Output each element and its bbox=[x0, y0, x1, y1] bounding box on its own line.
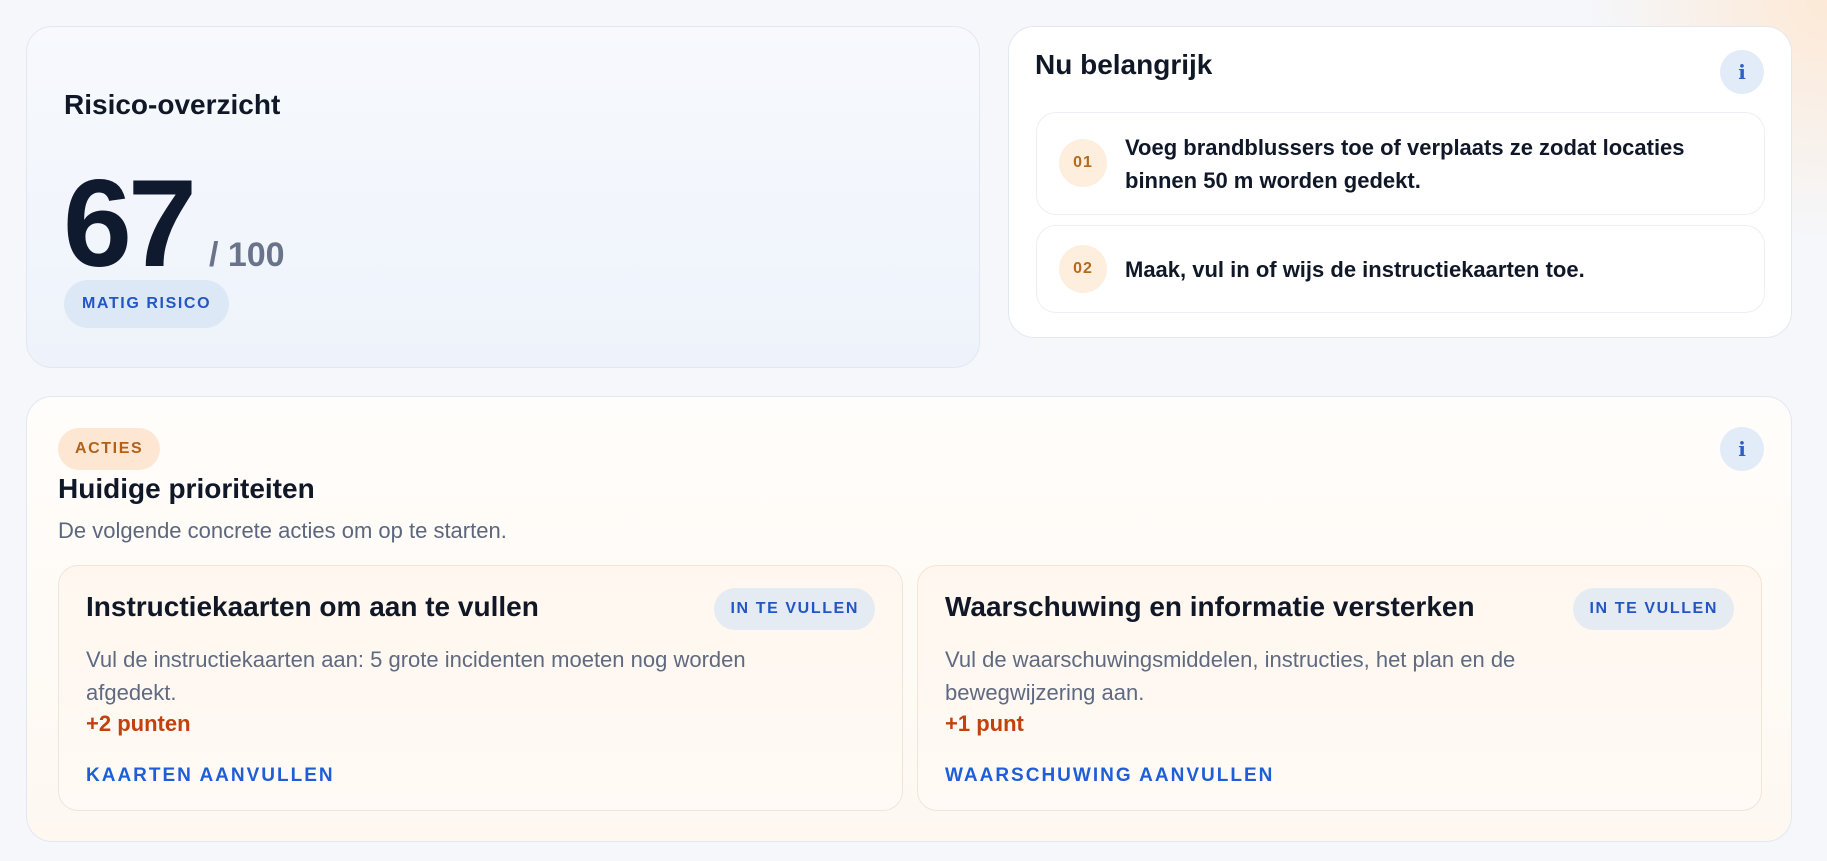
important-item[interactable]: 02 Maak, vul in of wijs de instructiekaa… bbox=[1036, 225, 1765, 313]
task-description: Vul de waarschuwingsmiddelen, instructie… bbox=[945, 647, 1516, 705]
actions-title: Huidige prioriteiten bbox=[58, 473, 315, 504]
risk-overview-title: Risico-overzicht bbox=[64, 89, 281, 120]
risk-score: 67 / 100 bbox=[63, 162, 285, 286]
actions-subtitle: De volgende concrete acties om op te sta… bbox=[58, 518, 507, 543]
important-item[interactable]: 01 Voeg brandblussers toe of verplaats z… bbox=[1036, 112, 1765, 215]
task-status-badge: IN TE VULLEN bbox=[714, 588, 875, 630]
actions-info-icon[interactable]: i bbox=[1720, 427, 1764, 471]
task-card-warning-information: Waarschuwing en informatie versterken IN… bbox=[917, 565, 1762, 811]
task-points: +2 punten bbox=[86, 711, 191, 736]
important-now-title: Nu belangrijk bbox=[1035, 49, 1213, 80]
task-description: Vul de instructiekaarten aan: 5 grote in… bbox=[86, 647, 746, 705]
important-item-number: 02 bbox=[1059, 245, 1107, 293]
complete-cards-link[interactable]: KAARTEN AANVULLEN bbox=[86, 765, 335, 787]
important-info-icon[interactable]: i bbox=[1720, 50, 1764, 94]
risk-overview-card: Risico-overzicht 67 / 100 MATIG RISICO bbox=[26, 26, 980, 368]
task-points: +1 punt bbox=[945, 711, 1024, 736]
important-item-text: Maak, vul in of wijs de instructiekaarte… bbox=[1125, 257, 1585, 282]
complete-warning-link[interactable]: WAARSCHUWING AANVULLEN bbox=[945, 765, 1274, 787]
important-item-text: Voeg brandblussers toe of verplaats ze z… bbox=[1125, 135, 1685, 193]
risk-score-max: / 100 bbox=[208, 236, 285, 274]
actions-badge: ACTIES bbox=[58, 428, 161, 470]
task-card-instruction-cards: Instructiekaarten om aan te vullen IN TE… bbox=[58, 565, 903, 811]
important-now-card: Nu belangrijk i 01 Voeg brandblussers to… bbox=[1008, 26, 1792, 338]
task-title: Instructiekaarten om aan te vullen bbox=[86, 591, 539, 622]
task-status-badge: IN TE VULLEN bbox=[1573, 588, 1734, 630]
task-title: Waarschuwing en informatie versterken bbox=[945, 591, 1475, 622]
risk-score-value: 67 bbox=[63, 155, 197, 293]
important-item-number: 01 bbox=[1059, 139, 1107, 187]
actions-card: ACTIES i Huidige prioriteiten De volgend… bbox=[26, 396, 1792, 842]
risk-level-badge: MATIG RISICO bbox=[64, 280, 230, 328]
